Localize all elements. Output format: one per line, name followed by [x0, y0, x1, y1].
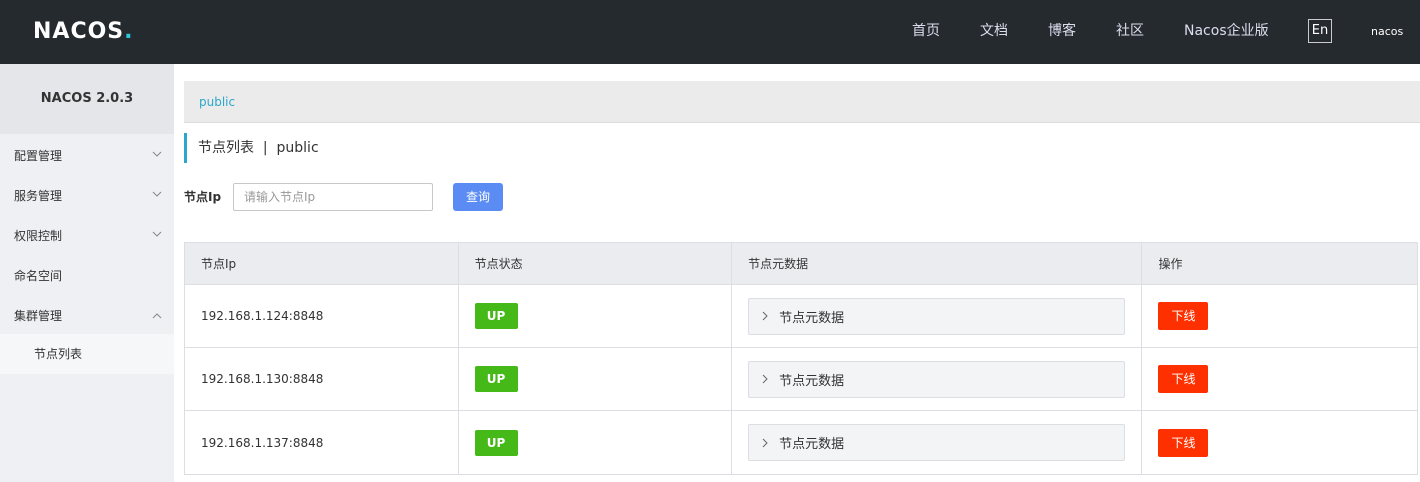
metadata-expander[interactable]: 节点元数据 [748, 297, 1126, 335]
breadcrumb-namespace[interactable]: public [199, 81, 235, 123]
status-cell: UP [459, 348, 733, 410]
status-cell: UP [459, 411, 733, 474]
chevron-down-icon [152, 151, 162, 157]
node-ip-search-input[interactable] [233, 183, 433, 211]
top-navbar: NACOS. 首页 文档 博客 社区 Nacos企业版 En nacos [0, 0, 1420, 64]
sidebar-item-label: 配置管理 [14, 149, 63, 163]
status-cell: UP [459, 285, 733, 347]
chevron-right-icon [762, 438, 768, 447]
nav-home[interactable]: 首页 [912, 0, 940, 64]
chevron-down-icon [152, 231, 162, 237]
sidebar: NACOS 2.0.3 配置管理 服务管理 权限控制 命名空间 集群管理 节点列… [0, 64, 174, 482]
sidebar-item-auth[interactable]: 权限控制 [0, 216, 174, 256]
sidebar-item-label: 命名空间 [14, 269, 63, 283]
nav-community[interactable]: 社区 [1116, 0, 1144, 64]
nav-docs[interactable]: 文档 [980, 0, 1008, 64]
offline-button[interactable]: 下线 [1158, 302, 1209, 330]
column-header-status: 节点状态 [459, 243, 733, 284]
offline-button[interactable]: 下线 [1158, 428, 1209, 457]
sidebar-title: NACOS 2.0.3 [0, 64, 174, 134]
action-cell: 下线 [1142, 411, 1417, 474]
query-button[interactable]: 查询 [453, 183, 503, 211]
sidebar-subitem-node-list[interactable]: 节点列表 [0, 334, 174, 374]
action-cell: 下线 [1142, 348, 1417, 410]
node-ip: 192.168.1.130:8848 [185, 348, 459, 410]
sidebar-item-cluster[interactable]: 集群管理 [0, 296, 174, 336]
status-badge: UP [474, 303, 518, 329]
user-name[interactable]: nacos [1371, 0, 1403, 64]
metadata-label: 节点元数据 [779, 310, 845, 326]
metadata-cell: 节点元数据 [732, 411, 1143, 474]
chevron-down-icon [152, 191, 162, 197]
metadata-expander[interactable]: 节点元数据 [748, 360, 1126, 398]
logo-dot: . [124, 19, 134, 44]
status-badge: UP [474, 429, 518, 456]
sidebar-item-label: 集群管理 [14, 309, 63, 323]
sidebar-item-service[interactable]: 服务管理 [0, 176, 174, 216]
language-switch[interactable]: En [1308, 19, 1332, 43]
status-badge: UP [474, 366, 518, 392]
node-ip: 192.168.1.124:8848 [185, 285, 459, 347]
sidebar-item-config[interactable]: 配置管理 [0, 136, 174, 176]
metadata-expander[interactable]: 节点元数据 [748, 424, 1126, 461]
breadcrumb: public [184, 81, 1420, 123]
offline-button[interactable]: 下线 [1158, 365, 1209, 393]
metadata-cell: 节点元数据 [732, 285, 1143, 347]
column-header-metadata: 节点元数据 [732, 243, 1143, 284]
sidebar-item-label: 服务管理 [14, 189, 63, 203]
node-ip: 192.168.1.137:8848 [185, 411, 459, 474]
metadata-label: 节点元数据 [779, 437, 845, 452]
table-row: 192.168.1.130:8848 UP 节点元数据 下线 [185, 348, 1417, 411]
table-row: 192.168.1.124:8848 UP 节点元数据 下线 [185, 285, 1417, 348]
search-label: 节点Ip [184, 190, 222, 204]
sidebar-item-label: 权限控制 [14, 229, 63, 243]
metadata-label: 节点元数据 [779, 373, 845, 389]
chevron-right-icon [762, 311, 768, 321]
main-content: public 节点列表 | public 节点Ip 查询 节点Ip 节点状态 节… [174, 64, 1420, 482]
action-cell: 下线 [1142, 285, 1417, 347]
column-header-ip: 节点Ip [185, 243, 459, 284]
sidebar-item-namespace[interactable]: 命名空间 [0, 256, 174, 296]
node-table: 节点Ip 节点状态 节点元数据 操作 192.168.1.124:8848 UP… [184, 242, 1418, 475]
nav-enterprise[interactable]: Nacos企业版 [1184, 0, 1269, 64]
table-header: 节点Ip 节点状态 节点元数据 操作 [185, 243, 1417, 285]
metadata-cell: 节点元数据 [732, 348, 1143, 410]
logo-text: NACOS [33, 19, 125, 44]
nacos-logo[interactable]: NACOS. [33, 17, 134, 47]
table-row: 192.168.1.137:8848 UP 节点元数据 下线 [185, 411, 1417, 474]
nav-blog[interactable]: 博客 [1048, 0, 1076, 64]
column-header-action: 操作 [1158, 257, 1183, 271]
page-title: 节点列表 | public [184, 133, 319, 163]
chevron-up-icon [152, 313, 162, 319]
chevron-right-icon [762, 374, 768, 384]
